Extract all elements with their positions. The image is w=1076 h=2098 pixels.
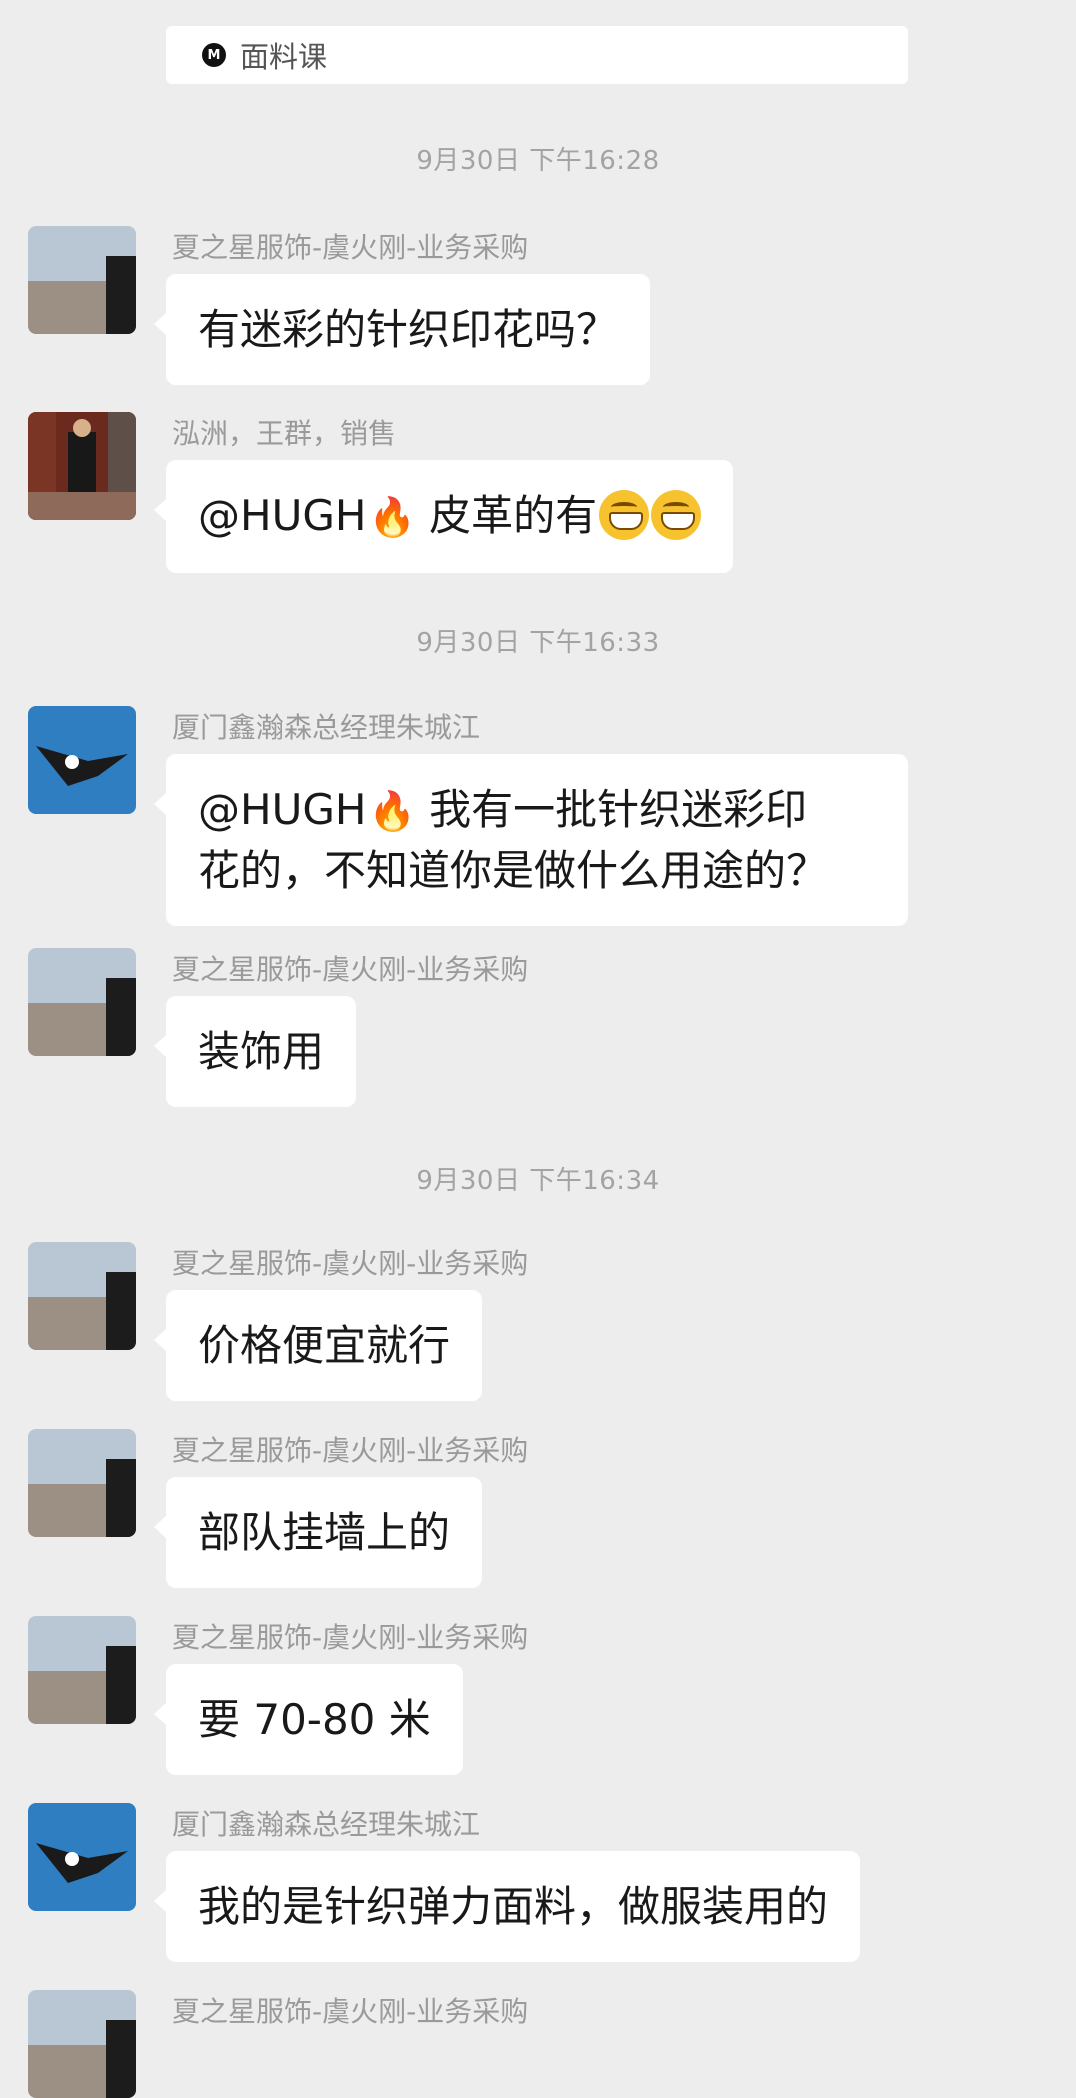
message-bubble[interactable]: 我的是针织弹力面料，做服装用的 <box>153 1851 861 1962</box>
avatar[interactable] <box>28 1616 136 1724</box>
sender-name: 泓洲，王群，销售 <box>172 417 397 450</box>
message-bubble[interactable]: @HUGH🔥 皮革的有 <box>153 460 734 573</box>
sender-name: 厦门鑫瀚森总经理朱城江 <box>172 711 481 744</box>
avatar[interactable] <box>28 226 136 334</box>
course-card[interactable]: M 面料课 <box>166 26 908 84</box>
message-bubble[interactable]: 价格便宜就行 <box>153 1290 483 1401</box>
avatar-beach-icon <box>28 1990 136 2098</box>
course-card-title: 面料课 <box>240 40 328 74</box>
message-bubble[interactable]: 部队挂墙上的 <box>153 1477 483 1588</box>
message-bubble[interactable]: 装饰用 <box>153 996 357 1107</box>
sender-name: 夏之星服饰-虞火刚-业务采购 <box>172 1434 529 1467</box>
fire-icon: 🔥 <box>368 789 416 833</box>
timestamp: 9月30日 下午16:28 <box>416 146 660 176</box>
sender-name: 夏之星服饰-虞火刚-业务采购 <box>172 1247 529 1280</box>
mention[interactable]: @HUGH <box>198 785 366 834</box>
avatar[interactable] <box>28 1990 136 2098</box>
avatar[interactable] <box>28 412 136 520</box>
fire-icon: 🔥 <box>368 495 416 539</box>
sender-name: 夏之星服饰-虞火刚-业务采购 <box>172 1995 529 2028</box>
message-text-line1: 我有一批针织迷彩印 <box>415 785 808 834</box>
message-bubble[interactable]: 要 70-80 米 <box>154 1664 463 1775</box>
avatar[interactable] <box>28 1242 136 1350</box>
avatar-beach-icon <box>28 1242 136 1350</box>
avatar[interactable] <box>28 948 136 1056</box>
avatar[interactable] <box>28 1803 136 1911</box>
avatar-eagle-icon <box>28 1803 136 1911</box>
mention[interactable]: @HUGH <box>198 491 366 540</box>
course-logo-icon: M <box>202 43 226 67</box>
avatar-eagle-icon <box>28 706 136 814</box>
timestamp: 9月30日 下午16:34 <box>416 1166 660 1196</box>
avatar-beach-icon <box>28 1429 136 1537</box>
grin-emoji-icon <box>599 490 650 540</box>
avatar-beach-icon <box>28 948 136 1056</box>
message-bubble[interactable]: 有迷彩的针织印花吗？ <box>153 274 651 385</box>
sender-name: 夏之星服饰-虞火刚-业务采购 <box>172 231 529 264</box>
avatar[interactable] <box>28 1429 136 1537</box>
message-text-line2: 花的，不知道你是做什么用途的？ <box>198 846 829 895</box>
sender-name: 厦门鑫瀚森总经理朱城江 <box>172 1808 481 1841</box>
avatar[interactable] <box>28 706 136 814</box>
avatar-beach-icon <box>28 1616 136 1724</box>
grin-emoji-icon <box>651 490 702 540</box>
avatar-person-icon <box>28 412 136 520</box>
sender-name: 夏之星服饰-虞火刚-业务采购 <box>172 953 529 986</box>
timestamp: 9月30日 下午16:33 <box>416 628 660 658</box>
avatar-beach-icon <box>28 226 136 334</box>
sender-name: 夏之星服饰-虞火刚-业务采购 <box>172 1621 529 1654</box>
message-text: 皮革的有 <box>415 491 598 540</box>
message-bubble[interactable]: @HUGH🔥 我有一批针织迷彩印花的，不知道你是做什么用途的？ <box>154 754 908 926</box>
